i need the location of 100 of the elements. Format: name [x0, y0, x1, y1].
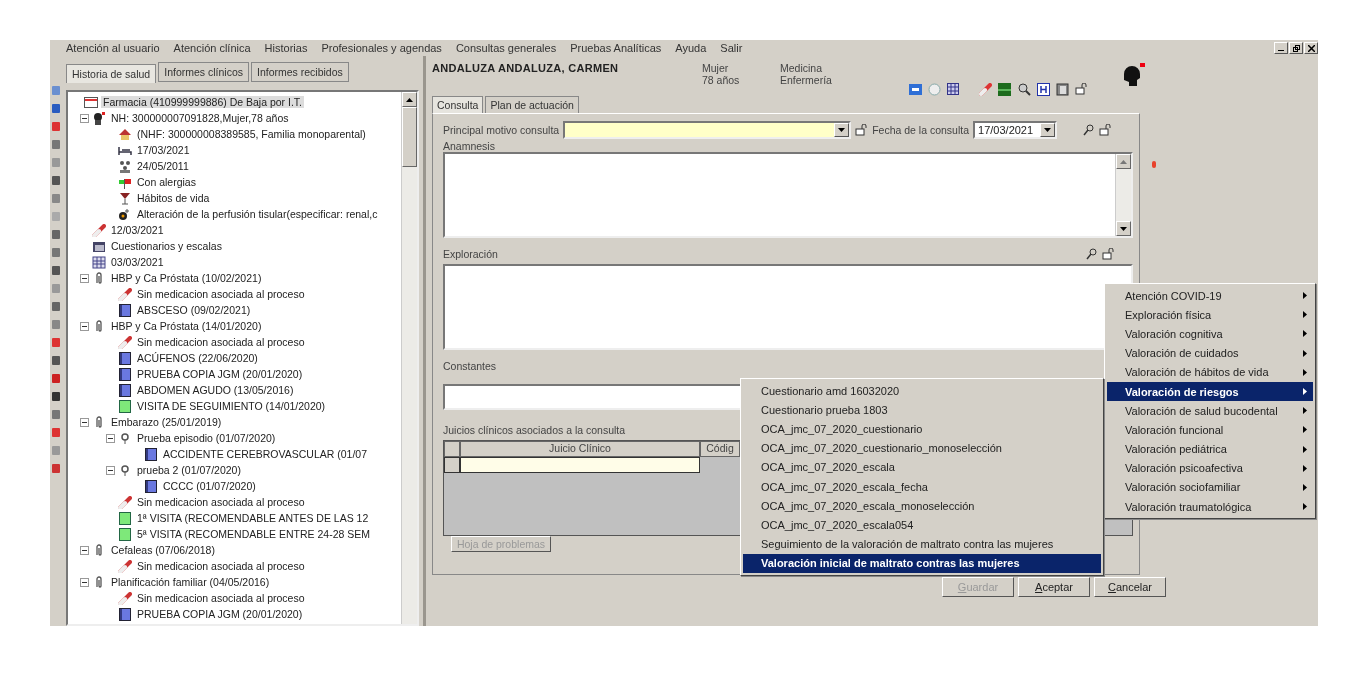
tab[interactable]: Informes recibidos — [251, 62, 349, 82]
collapse-toggle[interactable] — [106, 433, 115, 443]
tree-item[interactable]: prueba 2 (01/07/2020) — [135, 464, 243, 476]
search-icon[interactable] — [1083, 124, 1096, 136]
tree-item[interactable]: Sin medicacion asociada al proceso — [135, 592, 307, 604]
hospital-icon[interactable] — [1037, 82, 1050, 96]
menu-item[interactable]: OCA_jmc_07_2020_cuestionario — [743, 419, 1101, 439]
menu-item[interactable]: OCA_jmc_07_2020_cuestionario_monoselección — [743, 438, 1101, 458]
tree-item[interactable]: Con alergias — [135, 176, 198, 188]
collapse-toggle[interactable] — [80, 273, 89, 283]
tree-item[interactable]: Sin medicacion asociada al proceso — [135, 496, 307, 508]
row-header[interactable] — [444, 457, 460, 473]
grid-icon[interactable] — [947, 83, 959, 95]
menu-item[interactable]: Valoración de hábitos de vida — [1107, 362, 1313, 382]
tree-item[interactable]: 24/05/2011 — [135, 160, 191, 172]
restore-button[interactable] — [1289, 42, 1303, 54]
tree-item[interactable]: Sin medicacion asociada al proceso — [135, 560, 307, 572]
dialog-button[interactable]: Aceptar — [1018, 577, 1090, 597]
menu-item[interactable]: Valoración de riesgos — [1107, 381, 1313, 402]
book-icon[interactable] — [1056, 82, 1069, 96]
tree-item[interactable]: 1ª VISITA (RECOMENDABLE ANTES DE LAS 12 — [135, 512, 371, 524]
collapse-toggle[interactable] — [80, 545, 89, 555]
tree-item[interactable]: ABDOMEN AGUDO (13/05/2016) — [135, 384, 296, 396]
tree-item[interactable]: Alteración de la perfusión tisular(especificar: renal,c — [135, 208, 380, 220]
menu-item[interactable]: OCA_jmc_07_2020_escala — [743, 457, 1101, 477]
dialog-button[interactable]: Cancelar — [1094, 577, 1166, 597]
date-dropdown[interactable]: 17/03/2021 — [973, 121, 1058, 139]
menu-item[interactable]: Exploración física — [1107, 305, 1313, 325]
pill-icon[interactable] — [979, 82, 992, 96]
menu-item[interactable]: Atención al usuario — [66, 42, 160, 54]
scrollbar[interactable] — [1115, 154, 1131, 236]
scroll-thumb[interactable] — [402, 107, 417, 167]
tree-item[interactable]: (NHF: 300000008389585, Familia monoparental) — [135, 128, 368, 140]
tree-item[interactable]: ACÚFENOS (22/06/2020) — [135, 352, 260, 364]
menu-item[interactable]: Valoración sociofamiliar — [1107, 477, 1313, 498]
collapse-toggle[interactable] — [80, 577, 89, 587]
menu-item[interactable]: Pruebas Analíticas — [570, 42, 662, 54]
menu-item[interactable]: Cuestionario prueba 1803 — [743, 400, 1101, 420]
tree-item[interactable]: Farmacia (410999999886) De Baja por I.T. — [101, 96, 305, 108]
lock-icon[interactable] — [1075, 83, 1088, 95]
tree-item[interactable]: Embarazo (25/01/2019) — [109, 416, 224, 428]
lock-icon[interactable] — [1099, 124, 1113, 136]
column-header[interactable]: Códig — [700, 441, 740, 457]
menu-item[interactable]: Valoración de cuidados — [1107, 343, 1313, 363]
card-icon[interactable] — [909, 83, 922, 95]
menu-item[interactable]: OCA_jmc_07_2020_escala_fecha — [743, 476, 1101, 497]
chart-icon[interactable] — [998, 82, 1011, 96]
column-header[interactable]: Juicio Clínico — [460, 441, 700, 457]
lock-icon[interactable] — [855, 124, 869, 136]
menu-item[interactable]: Atención COVID-19 — [1107, 286, 1313, 306]
motivo-dropdown[interactable] — [563, 121, 852, 139]
collapse-toggle[interactable] — [80, 321, 89, 331]
menu-item[interactable]: Valoración traumatológica — [1107, 497, 1313, 517]
tree-item[interactable]: 17/03/2021 — [135, 144, 192, 156]
menu-item[interactable]: Valoración funcional — [1107, 420, 1313, 440]
tree-item[interactable]: NH: 300000007091828,Mujer,78 años — [109, 112, 291, 124]
collapse-toggle[interactable] — [80, 113, 89, 123]
tree-item[interactable]: 5ª VISITA (RECOMENDABLE ENTRE 24-28 SEM — [135, 528, 372, 540]
tab[interactable]: Historia de salud — [66, 64, 157, 83]
tree-item[interactable]: Cuestionarios y escalas — [109, 240, 224, 252]
tree-item[interactable]: ABSCESO (09/02/2021) — [135, 304, 253, 316]
menu-item[interactable]: OCA_jmc_07_2020_escala_monoselección — [743, 496, 1101, 516]
tree-item[interactable]: CCCC (01/07/2020) — [161, 480, 258, 492]
tree-item[interactable]: ACCIDENTE CEREBROVASCULAR (01/07 — [161, 448, 370, 460]
tree-item[interactable]: VISITA DE SEGUIMIENTO (14/01/2020) — [135, 400, 328, 412]
menu-item[interactable]: Valoración pediátrica — [1107, 439, 1313, 459]
menu-item[interactable]: Valoración inicial de maltrato contras las mujeres — [743, 553, 1101, 573]
tab[interactable]: Plan de actuación — [485, 96, 579, 113]
anamnesis-field[interactable] — [443, 152, 1133, 238]
tree-item[interactable]: Sin medicacion asociada al proceso — [135, 288, 307, 300]
menu-item[interactable]: Ayuda — [675, 42, 707, 54]
tree-item[interactable]: Planificación familiar (04/05/2016) — [109, 576, 272, 588]
tree-item[interactable]: PRUEBA COPIA JGM (20/01/2020) — [135, 368, 305, 380]
menu-item[interactable]: Salir — [720, 42, 743, 54]
tab[interactable]: Consulta — [432, 96, 484, 113]
lock-icon[interactable] — [1102, 248, 1115, 260]
menu-item[interactable]: Seguimiento de la valoración de maltrato contra las mujeres — [743, 534, 1101, 554]
menu-item[interactable]: Historias — [264, 42, 308, 54]
collapse-toggle[interactable] — [80, 417, 89, 427]
collapse-toggle[interactable] — [106, 465, 115, 475]
menu-item[interactable]: Atención clínica — [173, 42, 251, 54]
menu-item[interactable]: Valoración psicoafectiva — [1107, 458, 1313, 478]
tab[interactable]: Informes clínicos — [158, 62, 249, 82]
close-button[interactable] — [1304, 42, 1318, 54]
tree-item[interactable]: PRUEBA COPIA JGM (20/01/2020) — [135, 608, 305, 620]
tree-item[interactable]: 03/03/2021 — [109, 256, 166, 268]
tree-item[interactable]: Cefaleas (07/06/2018) — [109, 544, 217, 556]
tree-item[interactable]: HBP y Ca Próstata (14/01/2020) — [109, 320, 264, 332]
table-cell[interactable] — [460, 457, 700, 473]
menu-item[interactable]: Profesionales y agendas — [321, 42, 442, 54]
scroll-up-icon[interactable] — [406, 97, 413, 102]
minimize-button[interactable] — [1274, 42, 1288, 54]
menu-item[interactable]: Valoración cognitiva — [1107, 324, 1313, 344]
menu-item[interactable]: Cuestionario amd 16032020 — [743, 381, 1101, 401]
tree-item[interactable]: Hábitos de vida — [135, 192, 212, 204]
tree-item[interactable]: Sin medicacion asociada al proceso — [135, 336, 307, 348]
search-icon[interactable] — [1017, 82, 1031, 96]
menu-item[interactable]: OCA_jmc_07_2020_escala054 — [743, 515, 1101, 535]
menu-item[interactable]: Consultas generales — [455, 42, 557, 54]
tree-item[interactable]: HBP y Ca Próstata (10/02/2021) — [109, 272, 264, 284]
